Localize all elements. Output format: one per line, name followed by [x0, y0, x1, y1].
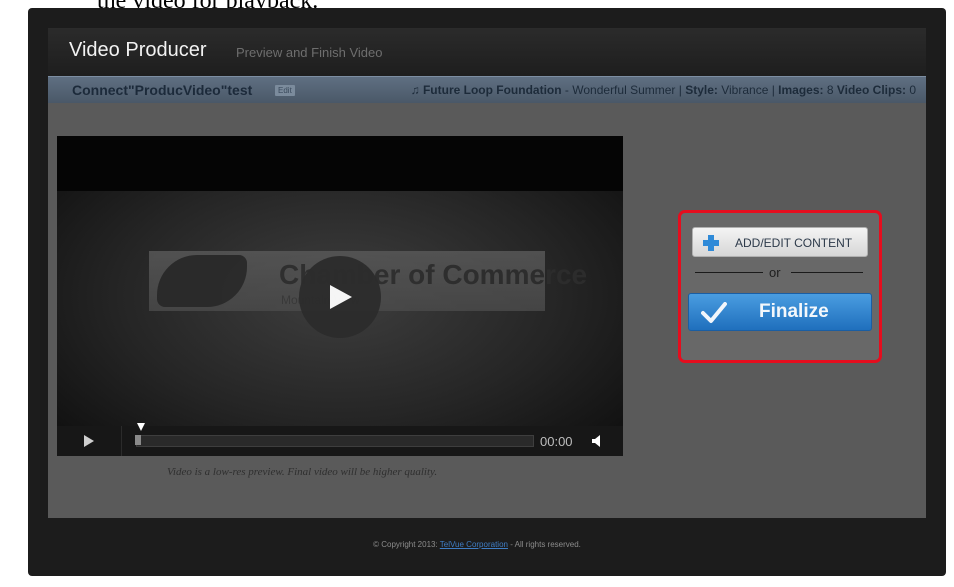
or-label: or: [769, 265, 781, 280]
video-clips-count: 0: [905, 83, 916, 97]
finalize-label: Finalize: [759, 301, 829, 322]
time-display: 00:00: [540, 434, 573, 449]
music-note-icon: ♫: [410, 83, 423, 97]
app-title: Video Producer: [69, 39, 207, 61]
plus-icon: [703, 235, 719, 251]
company-link[interactable]: TelVue Corporation: [440, 540, 508, 549]
footer: © Copyright 2013: TelVue Corporation - A…: [0, 540, 954, 549]
progress-bar[interactable]: [135, 435, 534, 447]
project-info-bar: Connect"ProducVideo"test Edit ♫ Future L…: [48, 76, 926, 103]
style-label: Style:: [685, 83, 718, 97]
play-icon[interactable]: [83, 435, 95, 447]
video-player[interactable]: Chamber of Commerce Mountain View 00:00: [57, 136, 623, 456]
music-track: - Wonderful Summer |: [561, 83, 686, 97]
project-name: Connect"ProducVideo"test: [72, 82, 253, 98]
video-producer-app: Video Producer Preview and Finish Video …: [48, 28, 926, 518]
app-header: Video Producer Preview and Finish Video: [48, 28, 926, 76]
or-divider: or: [695, 265, 863, 280]
action-highlight: ADD/EDIT CONTENT or Finalize: [678, 210, 882, 363]
add-edit-content-label: ADD/EDIT CONTENT: [735, 236, 853, 250]
project-metadata: ♫ Future Loop Foundation - Wonderful Sum…: [411, 83, 916, 97]
images-count: 8: [823, 83, 837, 97]
preview-note: Video is a low-res preview. Final video …: [167, 466, 438, 478]
finalize-button[interactable]: Finalize: [688, 293, 872, 331]
divider-line: [695, 272, 763, 273]
player-controls: 00:00: [57, 423, 623, 456]
player-letterbox: [57, 136, 623, 191]
checkmark-icon: [701, 302, 727, 323]
edit-project-button[interactable]: Edit: [275, 85, 295, 96]
playhead-marker-icon: [137, 423, 145, 431]
controls-divider: [121, 426, 122, 456]
play-icon: [330, 285, 352, 309]
poster-logo: [157, 255, 247, 307]
big-play-button[interactable]: [299, 256, 381, 338]
copyright-text: © Copyright 2013:: [373, 540, 440, 549]
app-subtitle: Preview and Finish Video: [236, 45, 383, 60]
images-label: Images:: [778, 83, 824, 97]
divider-line: [791, 272, 863, 273]
rights-text: - All rights reserved.: [507, 540, 581, 549]
video-clips-label: Video Clips:: [836, 83, 906, 97]
add-edit-content-button[interactable]: ADD/EDIT CONTENT: [692, 227, 868, 257]
main-content: Chamber of Commerce Mountain View 00:00 …: [48, 103, 926, 518]
progress-handle[interactable]: [135, 435, 141, 445]
style-value: Vibrance |: [717, 83, 779, 97]
music-artist: Future Loop Foundation: [422, 83, 562, 97]
volume-icon[interactable]: [591, 435, 605, 447]
